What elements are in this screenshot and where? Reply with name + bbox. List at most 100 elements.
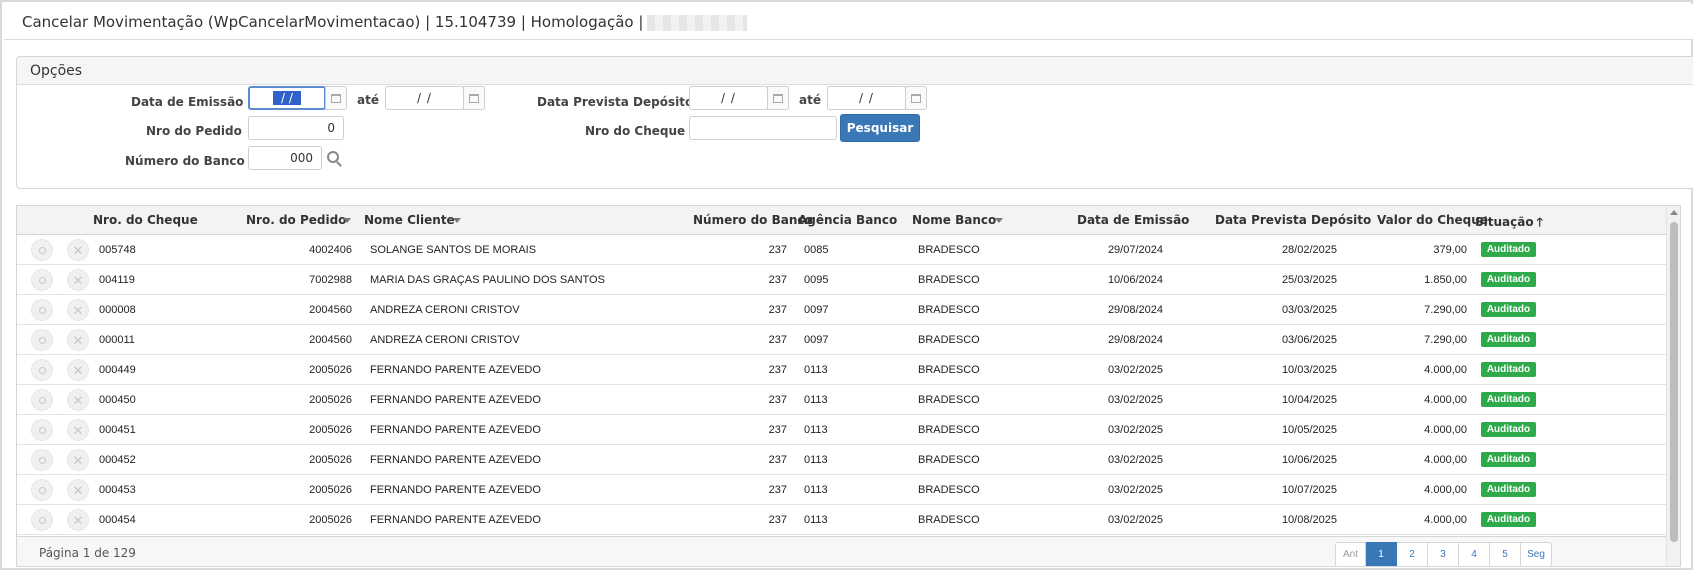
page-button[interactable]: Ant bbox=[1335, 542, 1366, 566]
cell-pedido: 2005026 bbox=[309, 424, 352, 436]
data-prevista-ate-input[interactable]: / / bbox=[827, 86, 906, 110]
col-situacao[interactable]: Situação 🡑 bbox=[1475, 213, 1543, 234]
data-emissao-ate-input[interactable]: / / bbox=[385, 86, 464, 110]
table-row[interactable]: ✕ 000011 2004560 ANDREZA CERONI CRISTOV 237 0… bbox=[17, 325, 1680, 355]
cell-agencia: 0095 bbox=[804, 274, 829, 286]
view-icon[interactable] bbox=[31, 299, 53, 321]
page-button[interactable]: 5 bbox=[1490, 542, 1521, 566]
cell-banco: 237 bbox=[768, 514, 787, 526]
calendar-icon[interactable] bbox=[325, 86, 347, 110]
cell-nome-banco: BRADESCO bbox=[918, 394, 980, 406]
search-icon[interactable] bbox=[327, 151, 339, 163]
cell-nome-banco: BRADESCO bbox=[918, 244, 980, 256]
cell-agencia: 0113 bbox=[804, 364, 828, 376]
calendar-icon[interactable] bbox=[767, 86, 789, 110]
cell-emissao: 03/02/2025 bbox=[1107, 514, 1163, 526]
table-row[interactable]: ✕ 000452 2005026 FERNANDO PARENTE AZEVEDO 23… bbox=[17, 445, 1680, 475]
view-icon[interactable] bbox=[31, 419, 53, 441]
cell-valor: 4.000,00 bbox=[1424, 514, 1467, 526]
search-glyph bbox=[38, 516, 46, 524]
data-prevista-de-input[interactable]: / / bbox=[689, 86, 768, 110]
page-button[interactable]: 3 bbox=[1428, 542, 1459, 566]
sort-down-icon[interactable] bbox=[343, 218, 351, 223]
close-glyph: ✕ bbox=[72, 452, 84, 468]
table-row[interactable]: ✕ 000450 2005026 FERNANDO PARENTE AZEVEDO 23… bbox=[17, 385, 1680, 415]
nro-cheque-input[interactable] bbox=[689, 116, 837, 140]
col-data-prevista[interactable]: Data Prevista Depósito bbox=[1215, 213, 1371, 227]
view-icon[interactable] bbox=[31, 239, 53, 261]
page-button[interactable]: 4 bbox=[1459, 542, 1490, 566]
cell-nome-banco: BRADESCO bbox=[918, 514, 980, 526]
col-nome-banco[interactable]: Nome Banco bbox=[912, 213, 996, 227]
cell-valor: 7.290,00 bbox=[1424, 334, 1467, 346]
page-button[interactable]: 1 bbox=[1366, 542, 1397, 566]
table-row[interactable]: ✕ 000454 2005026 FERNANDO PARENTE AZEVEDO 23… bbox=[17, 505, 1680, 535]
cell-cliente: ANDREZA CERONI CRISTOV bbox=[370, 334, 520, 346]
col-numero-banco[interactable]: Número do Banco bbox=[693, 213, 813, 227]
nro-pedido-label: Nro do Pedido bbox=[146, 124, 242, 138]
search-glyph bbox=[38, 246, 46, 254]
sort-down-icon[interactable] bbox=[995, 218, 1003, 223]
cell-nome-banco: BRADESCO bbox=[918, 304, 980, 316]
view-icon[interactable] bbox=[31, 509, 53, 531]
scroll-thumb[interactable] bbox=[1670, 222, 1678, 542]
cell-cliente: FERNANDO PARENTE AZEVEDO bbox=[370, 514, 541, 526]
table-row[interactable]: ✕ 000451 2005026 FERNANDO PARENTE AZEVEDO 23… bbox=[17, 415, 1680, 445]
col-data-emissao[interactable]: Data de Emissão bbox=[1077, 213, 1189, 227]
cell-nome-banco: BRADESCO bbox=[918, 424, 980, 436]
col-nome-cliente[interactable]: Nome Cliente bbox=[364, 213, 455, 227]
cell-nome-banco: BRADESCO bbox=[918, 274, 980, 286]
cell-pedido: 2004560 bbox=[309, 304, 352, 316]
table-row[interactable]: ✕ 000453 2005026 FERNANDO PARENTE AZEVEDO 23… bbox=[17, 475, 1680, 505]
cell-cliente: MARIA DAS GRAÇAS PAULINO DOS SANTOS bbox=[370, 274, 605, 286]
view-icon[interactable] bbox=[31, 269, 53, 291]
nro-pedido-input[interactable]: 0 bbox=[248, 116, 344, 140]
cell-banco: 237 bbox=[768, 454, 787, 466]
options-header: Opções bbox=[17, 57, 1693, 85]
calendar-glyph bbox=[331, 93, 341, 103]
close-glyph: ✕ bbox=[72, 362, 84, 378]
close-glyph: ✕ bbox=[72, 332, 84, 348]
view-icon[interactable] bbox=[31, 449, 53, 471]
table-row[interactable]: ✕ 005748 4002406 SOLANGE SANTOS DE MORAIS 23… bbox=[17, 235, 1680, 265]
view-icon[interactable] bbox=[31, 479, 53, 501]
view-icon[interactable] bbox=[31, 329, 53, 351]
cancel-icon[interactable]: ✕ bbox=[67, 389, 89, 411]
cancel-icon[interactable]: ✕ bbox=[67, 329, 89, 351]
cancel-icon[interactable]: ✕ bbox=[67, 299, 89, 321]
table-row[interactable]: ✕ 004119 7002988 MARIA DAS GRAÇAS PAULINO D… bbox=[17, 265, 1680, 295]
col-nro-cheque[interactable]: Nro. do Cheque bbox=[93, 213, 198, 227]
close-glyph: ✕ bbox=[72, 512, 84, 528]
cancel-icon[interactable]: ✕ bbox=[67, 359, 89, 381]
page-button[interactable]: Seg bbox=[1521, 542, 1552, 566]
cancel-icon[interactable]: ✕ bbox=[67, 479, 89, 501]
pesquisar-button[interactable]: Pesquisar bbox=[840, 114, 920, 142]
table-row[interactable]: ✕ 000008 2004560 ANDREZA CERONI CRISTOV 237 0… bbox=[17, 295, 1680, 325]
table-row[interactable]: ✕ 000449 2005026 FERNANDO PARENTE AZEVEDO 23… bbox=[17, 355, 1680, 385]
cancel-icon[interactable]: ✕ bbox=[67, 269, 89, 291]
calendar-glyph bbox=[911, 93, 921, 103]
cell-banco: 237 bbox=[768, 244, 787, 256]
col-situacao-label: Situação bbox=[1475, 215, 1534, 229]
numero-banco-input[interactable]: 000 bbox=[248, 146, 322, 170]
cell-pedido: 7002988 bbox=[309, 274, 352, 286]
cancel-icon[interactable]: ✕ bbox=[67, 239, 89, 261]
col-valor-cheque[interactable]: Valor do Cheque bbox=[1377, 213, 1488, 227]
vertical-scrollbar[interactable] bbox=[1666, 206, 1680, 566]
data-emissao-de-input[interactable]: / / bbox=[248, 86, 326, 110]
col-nro-pedido[interactable]: Nro. do Pedido bbox=[246, 213, 346, 227]
cell-valor: 7.290,00 bbox=[1424, 304, 1467, 316]
view-icon[interactable] bbox=[31, 389, 53, 411]
page-button[interactable]: 2 bbox=[1397, 542, 1428, 566]
calendar-icon[interactable] bbox=[463, 86, 485, 110]
col-agencia-banco[interactable]: Agência Banco bbox=[798, 213, 897, 227]
cancel-icon[interactable]: ✕ bbox=[67, 449, 89, 471]
scroll-up-icon[interactable] bbox=[1670, 210, 1678, 215]
sort-down-icon[interactable] bbox=[453, 218, 461, 223]
cancel-icon[interactable]: ✕ bbox=[67, 419, 89, 441]
calendar-icon[interactable] bbox=[905, 86, 927, 110]
cell-cheque: 000451 bbox=[99, 424, 136, 436]
view-icon[interactable] bbox=[31, 359, 53, 381]
cancel-icon[interactable]: ✕ bbox=[67, 509, 89, 531]
close-glyph: ✕ bbox=[72, 272, 84, 288]
